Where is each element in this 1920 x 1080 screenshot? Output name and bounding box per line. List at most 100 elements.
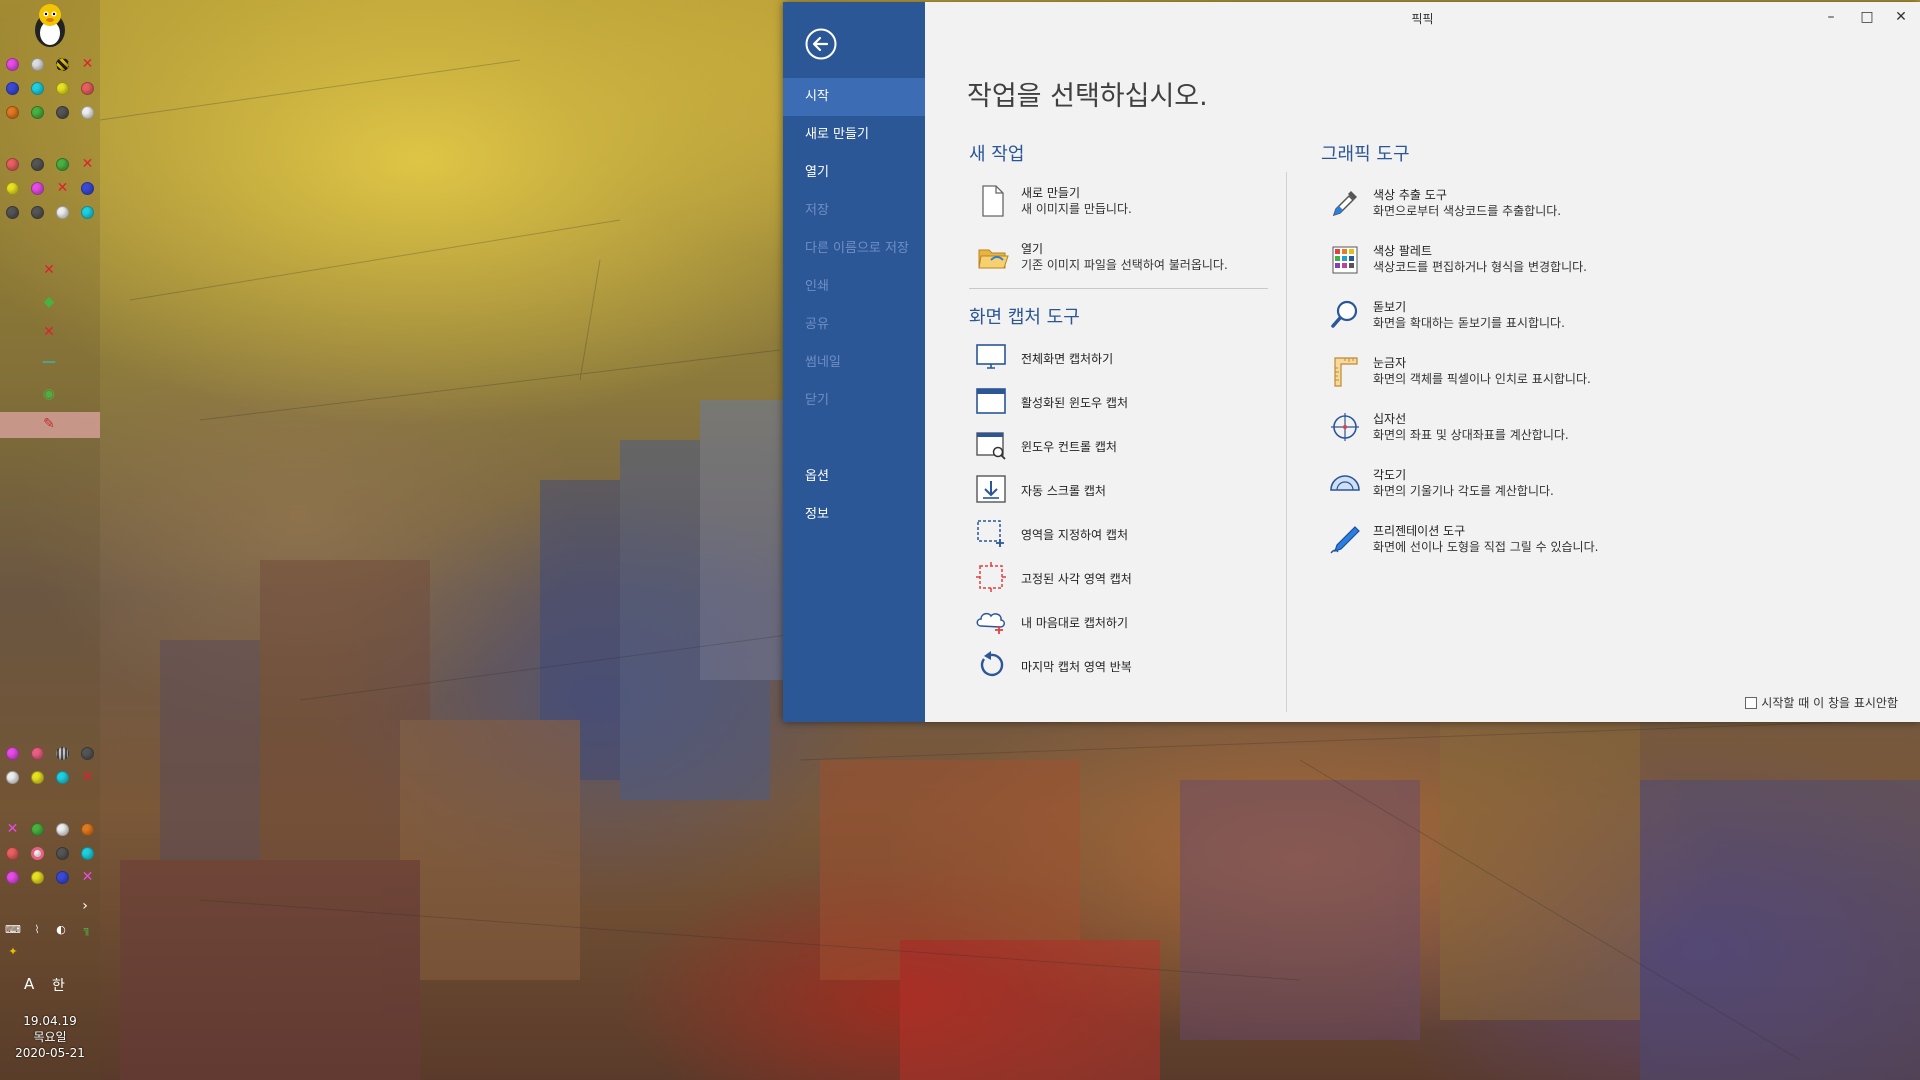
- tool-presentation[interactable]: 프리젠테이션 도구 화면에 선이나 도형을 직접 그릴 수 있습니다.: [1329, 518, 1749, 564]
- clock-weekday: 목요일: [33, 1030, 67, 1044]
- capture-freehand[interactable]: 내 마음대로 캡처하기: [975, 604, 1275, 640]
- launcher-dot-icon[interactable]: [56, 82, 69, 95]
- maximize-button[interactable]: □: [1850, 5, 1884, 29]
- ime-language-indicator[interactable]: A: [24, 975, 34, 993]
- launcher-dot-icon[interactable]: [56, 823, 69, 836]
- checkbox-box[interactable]: [1745, 696, 1758, 709]
- dont-show-on-startup-checkbox[interactable]: 시작할 때 이 창을 표시안함: [1745, 694, 1898, 711]
- ruler-icon: [1334, 357, 1358, 387]
- tool-color-palette[interactable]: 색상 팔레트 색상코드를 편집하거나 형식을 변경합니다.: [1329, 238, 1749, 284]
- nav-item-options[interactable]: 옵션: [783, 458, 925, 496]
- tool-magnifier[interactable]: 돋보기 화면을 확대하는 돋보기를 표시합니다.: [1329, 294, 1749, 340]
- close-x-icon[interactable]: ✕: [40, 262, 58, 278]
- minimize-button[interactable]: –: [1814, 5, 1848, 29]
- capture-region[interactable]: 영역을 지정하여 캡처: [975, 516, 1275, 552]
- launcher-dot-icon[interactable]: [6, 206, 19, 219]
- keyboard-icon[interactable]: ⌨: [4, 922, 22, 938]
- launcher-dot-icon[interactable]: [31, 823, 44, 836]
- close-x-icon[interactable]: ✕: [6, 822, 19, 836]
- launcher-dot-icon[interactable]: [81, 847, 94, 860]
- launcher-dot-icon[interactable]: [56, 847, 69, 860]
- launcher-dot-icon[interactable]: [81, 82, 94, 95]
- launcher-dot-icon[interactable]: [6, 58, 19, 71]
- nav-item-start[interactable]: 시작: [783, 78, 925, 116]
- launcher-dot-icon[interactable]: [56, 771, 69, 784]
- ime-mode-indicator[interactable]: 한: [52, 975, 65, 995]
- close-button[interactable]: ✕: [1884, 5, 1918, 29]
- launcher-dot-icon[interactable]: [6, 847, 19, 860]
- tool-crosshair[interactable]: 십자선 화면의 좌표 및 상대좌표를 계산합니다.: [1329, 406, 1749, 452]
- launcher-dot-icon[interactable]: [31, 182, 44, 195]
- close-x-icon[interactable]: ✕: [81, 770, 94, 784]
- capture-auto-scroll-label: 자동 스크롤 캡처: [1021, 484, 1106, 498]
- close-x-icon[interactable]: ✕: [81, 157, 94, 171]
- close-x-icon[interactable]: ✕: [56, 181, 69, 195]
- launcher-dot-icon[interactable]: [31, 58, 44, 71]
- grid-icon[interactable]: [56, 747, 69, 760]
- pen-tool-icon[interactable]: ✎: [40, 416, 58, 432]
- scroll-down-icon: [976, 475, 1006, 503]
- task-open[interactable]: 열기 기존 이미지 파일을 선택하여 불러옵니다.: [977, 236, 1277, 282]
- close-x-icon[interactable]: ✕: [81, 870, 94, 884]
- launcher-dot-icon[interactable]: [81, 823, 94, 836]
- launcher-dot-icon[interactable]: [31, 847, 44, 860]
- launcher-dot-icon[interactable]: [6, 747, 19, 760]
- launcher-stripe-icon[interactable]: [56, 58, 69, 71]
- capture-auto-scroll[interactable]: 자동 스크롤 캡처: [975, 472, 1275, 508]
- back-arrow-icon[interactable]: [805, 28, 837, 60]
- taskbar-clock[interactable]: 19.04.19 목요일 2020-05-21: [0, 1013, 100, 1061]
- penguin-icon[interactable]: [28, 2, 72, 48]
- capture-repeat-last[interactable]: 마지막 캡처 영역 반복: [975, 648, 1275, 684]
- launcher-dot-icon[interactable]: [81, 182, 94, 195]
- dash-icon[interactable]: —: [40, 354, 58, 370]
- launcher-dot-icon[interactable]: [81, 206, 94, 219]
- tool-ruler[interactable]: 눈금자 화면의 객체를 픽셀이나 인치로 표시합니다.: [1329, 350, 1749, 396]
- nav-item-open[interactable]: 열기: [783, 154, 925, 192]
- launcher-dot-icon[interactable]: [81, 747, 94, 760]
- launcher-dot-icon[interactable]: [6, 182, 19, 195]
- launcher-dot-icon[interactable]: [31, 106, 44, 119]
- launcher-dot-icon[interactable]: [31, 206, 44, 219]
- tray-icon[interactable]: ╗: [78, 922, 96, 938]
- window-title: 픽픽: [1411, 12, 1434, 26]
- launcher-dot-icon[interactable]: [31, 82, 44, 95]
- nav-item-about[interactable]: 정보: [783, 496, 925, 534]
- tray-app-icon[interactable]: ✦: [4, 944, 22, 960]
- network-icon[interactable]: ⌇: [28, 922, 46, 938]
- capture-fixed-region[interactable]: 고정된 사각 영역 캡처: [975, 560, 1275, 596]
- launcher-dot-icon[interactable]: [56, 106, 69, 119]
- launcher-dot-icon[interactable]: [31, 158, 44, 171]
- capture-active-window[interactable]: 활성화된 윈도우 캡처: [975, 384, 1275, 420]
- launcher-row: [6, 847, 94, 860]
- volume-icon[interactable]: ◐: [52, 922, 70, 938]
- nav-item-new[interactable]: 새로 만들기: [783, 116, 925, 154]
- launcher-dot-icon[interactable]: [56, 206, 69, 219]
- launcher-dot-icon[interactable]: [6, 771, 19, 784]
- close-x-icon[interactable]: ✕: [81, 57, 94, 71]
- chevron-right-icon[interactable]: ›: [76, 898, 94, 914]
- tool-protractor-label: 각도기: [1373, 468, 1407, 482]
- launcher-dot-icon[interactable]: [6, 82, 19, 95]
- launcher-dot-icon[interactable]: [6, 106, 19, 119]
- launcher-dot-icon[interactable]: [31, 871, 44, 884]
- launcher-dot-icon[interactable]: [31, 771, 44, 784]
- capture-window-control[interactable]: 윈도우 컨트롤 캡처: [975, 428, 1275, 464]
- launcher-dot-icon[interactable]: [6, 158, 19, 171]
- chrome-icon[interactable]: ◉: [40, 386, 58, 402]
- launcher-dot-icon[interactable]: [56, 871, 69, 884]
- task-new[interactable]: 새로 만들기 새 이미지를 만듭니다.: [977, 180, 1277, 226]
- fixed-region-icon: [976, 562, 1006, 592]
- launcher-dot-icon[interactable]: [6, 871, 19, 884]
- diamond-icon[interactable]: ◆: [40, 294, 58, 310]
- launcher-row: ✕: [6, 870, 94, 884]
- tool-protractor[interactable]: 각도기 화면의 기울기나 각도를 계산합니다.: [1329, 462, 1749, 508]
- protractor-icon: [1330, 475, 1360, 491]
- launcher-dot-icon[interactable]: [56, 158, 69, 171]
- capture-fullscreen[interactable]: 전체화면 캡처하기: [975, 340, 1275, 376]
- tool-color-picker[interactable]: 색상 추출 도구 화면으로부터 색상코드를 추출합니다.: [1329, 182, 1749, 228]
- launcher-row: [6, 106, 94, 119]
- tool-color-palette-desc: 색상코드를 편집하거나 형식을 변경합니다.: [1373, 260, 1587, 274]
- close-x-icon[interactable]: ✕: [40, 324, 58, 340]
- launcher-dot-icon[interactable]: [81, 106, 94, 119]
- launcher-dot-icon[interactable]: [31, 747, 44, 760]
